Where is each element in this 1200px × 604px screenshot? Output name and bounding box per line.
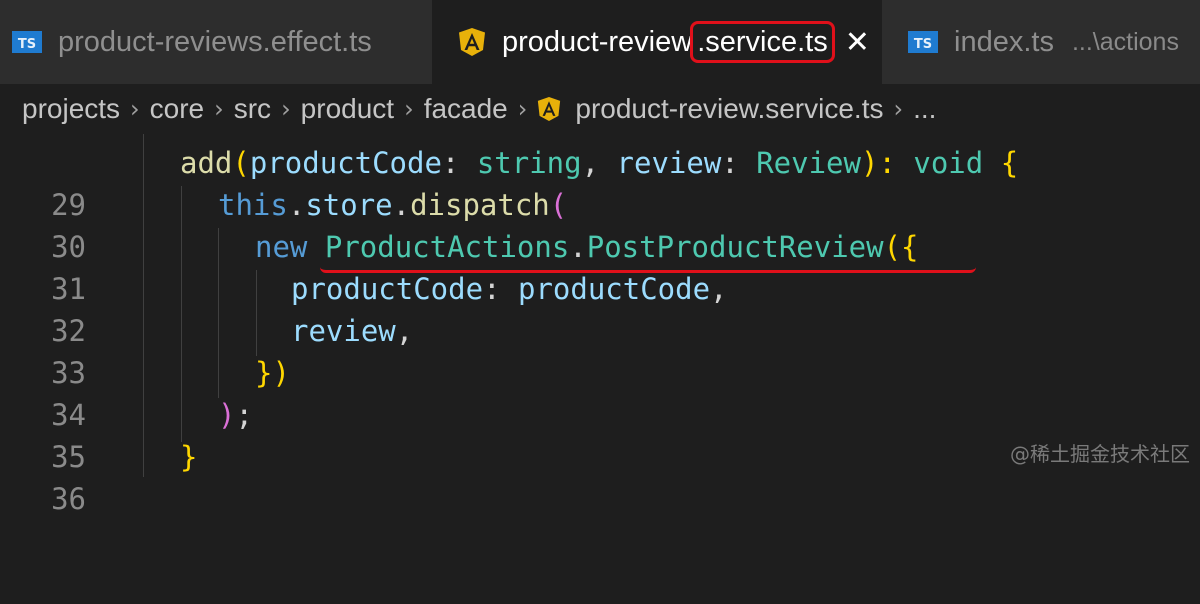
code-line: 32 productCode: productCode, bbox=[0, 268, 1200, 348]
code-text: add(productCode: string, review: Review)… bbox=[180, 146, 1019, 180]
breadcrumb-item-core[interactable]: core bbox=[150, 93, 204, 125]
tab-product-reviews-effect[interactable]: TS product-reviews.effect.ts bbox=[0, 0, 432, 84]
breadcrumb-item-projects[interactable]: projects bbox=[22, 93, 120, 125]
code-text: ); bbox=[218, 398, 253, 432]
angular-icon bbox=[538, 97, 561, 121]
chevron-right-icon: › bbox=[281, 95, 291, 123]
line-number: 36 bbox=[51, 482, 86, 516]
code-line: 33 review, bbox=[0, 310, 1200, 390]
breadcrumb-item-product[interactable]: product bbox=[301, 93, 394, 125]
code-text: new ProductActions.PostProductReview({ bbox=[255, 230, 919, 264]
breadcrumb: projects › core › src › product › facade… bbox=[0, 84, 1200, 134]
tab-label: product-review .service.ts bbox=[502, 21, 835, 63]
tab-label-prefix: product-review bbox=[502, 26, 693, 58]
typescript-icon: TS bbox=[12, 31, 42, 53]
code-text: this.store.dispatch( bbox=[218, 188, 568, 222]
code-line: 35 ); bbox=[0, 394, 1200, 474]
breadcrumb-item-facade[interactable]: facade bbox=[424, 93, 508, 125]
code-line: 34 }) bbox=[0, 352, 1200, 432]
code-line: 29 add(productCode: string, review: Revi… bbox=[0, 142, 1200, 222]
code-text: }) bbox=[255, 356, 290, 390]
filename-suffix-highlight: .service.ts bbox=[690, 21, 835, 63]
code-text: productCode: productCode, bbox=[291, 272, 728, 306]
tab-label: index.ts bbox=[954, 25, 1054, 58]
breadcrumb-item-more[interactable]: ... bbox=[913, 93, 936, 125]
chevron-right-icon: › bbox=[404, 95, 414, 123]
chevron-right-icon: › bbox=[130, 95, 140, 123]
code-line: 31 new ProductActions.PostProductReview(… bbox=[0, 226, 1200, 306]
typescript-icon: TS bbox=[908, 31, 938, 53]
close-icon[interactable]: ✕ bbox=[845, 25, 870, 60]
annotation-underline bbox=[320, 267, 976, 273]
breadcrumb-item-file[interactable]: product-review.service.ts bbox=[575, 93, 883, 125]
breadcrumb-item-src[interactable]: src bbox=[234, 93, 271, 125]
tab-label: product-reviews.effect.ts bbox=[58, 25, 372, 58]
chevron-right-icon: › bbox=[214, 95, 224, 123]
tab-bar: TS product-reviews.effect.ts product-rev… bbox=[0, 0, 1200, 84]
code-editor[interactable]: 29 add(productCode: string, review: Revi… bbox=[0, 134, 1200, 516]
tab-index[interactable]: TS index.ts ...\actions bbox=[882, 0, 1200, 84]
chevron-right-icon: › bbox=[517, 95, 528, 123]
watermark: @稀土掘金技术社区 bbox=[1010, 442, 1190, 466]
tab-description: ...\actions bbox=[1071, 27, 1179, 56]
code-text: review, bbox=[291, 314, 414, 348]
code-text: } bbox=[180, 440, 198, 474]
code-line: 30 this.store.dispatch( bbox=[0, 184, 1200, 264]
tab-product-review-service[interactable]: product-review .service.ts ✕ bbox=[432, 0, 882, 84]
chevron-right-icon: › bbox=[893, 95, 904, 123]
angular-icon bbox=[459, 28, 485, 56]
